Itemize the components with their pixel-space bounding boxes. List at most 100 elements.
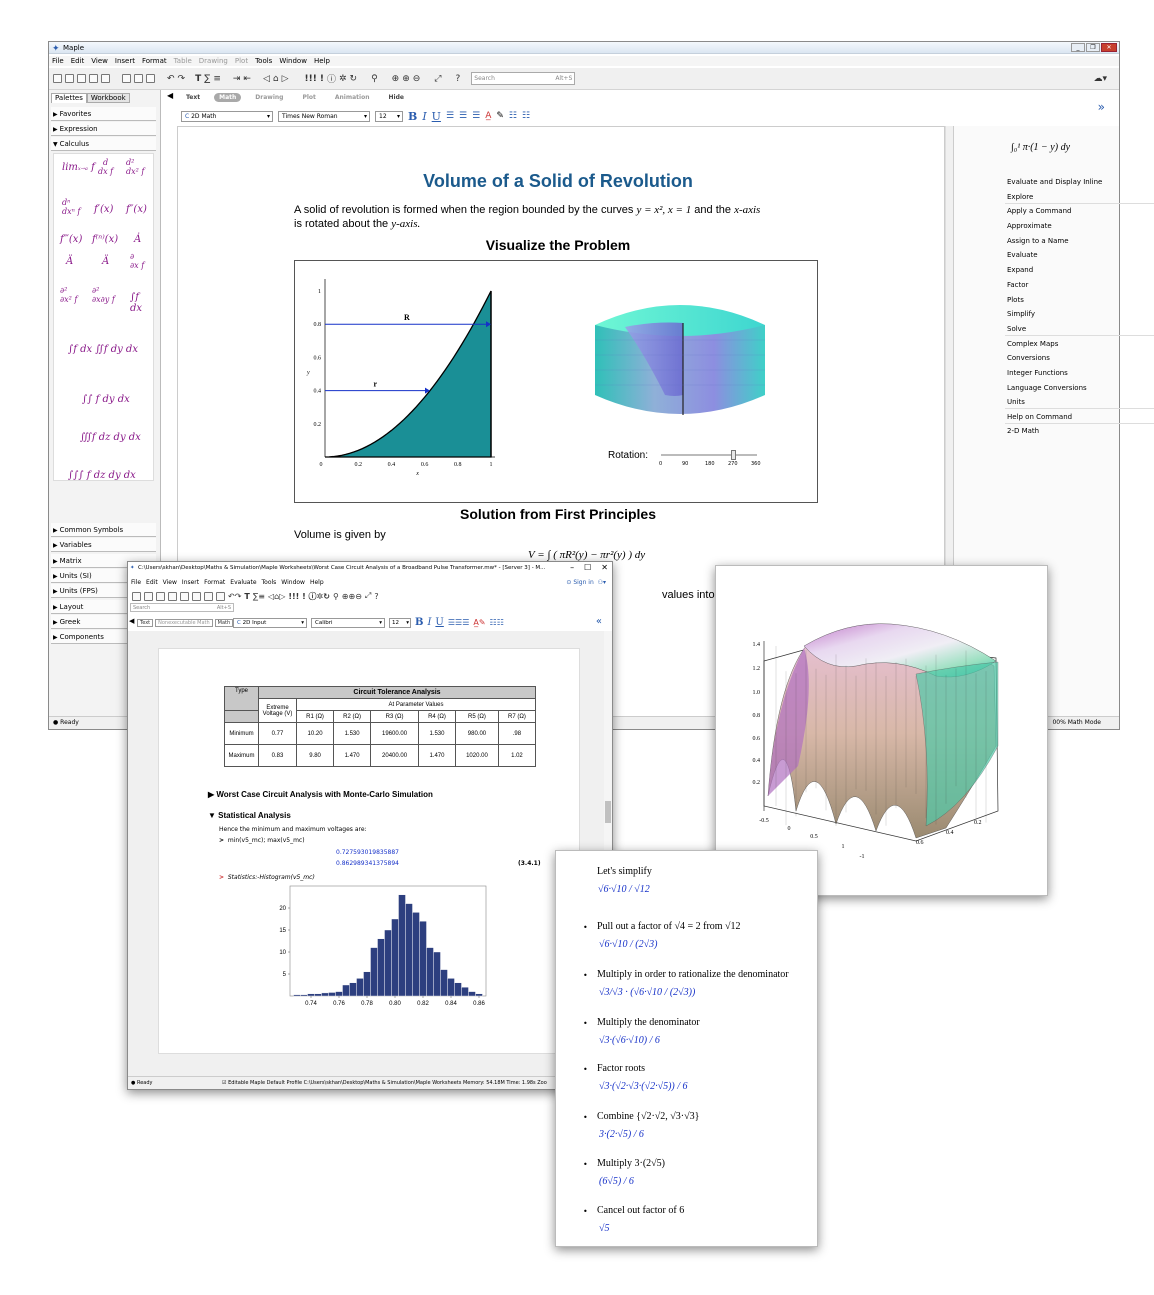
triple-prime-symbol[interactable]: f‴(x) — [60, 234, 82, 245]
derivative-symbol[interactable]: d dx f — [98, 158, 113, 176]
sub-save-icon[interactable] — [156, 591, 165, 601]
redo-icon[interactable]: ↷ — [178, 74, 186, 84]
menu-edit[interactable]: Edit — [71, 56, 85, 66]
zoom-in-icon[interactable]: ⊕ — [402, 74, 410, 84]
menu-window[interactable]: Window — [279, 56, 307, 66]
menu-table[interactable]: Table — [174, 56, 192, 66]
bold-button[interactable]: B — [408, 110, 417, 123]
rotation-slider[interactable] — [661, 450, 757, 460]
editable-checkbox[interactable]: ☑ — [222, 1080, 226, 1086]
outdent-icon[interactable]: ⇤ — [243, 74, 251, 84]
align-right-icon[interactable]: ☰ — [472, 111, 480, 121]
sub-italic-button[interactable]: I — [427, 617, 431, 628]
sub-cut-icon[interactable] — [192, 591, 201, 601]
sub-text-icon[interactable]: T — [244, 592, 249, 601]
sub-copy-icon[interactable] — [204, 591, 213, 601]
back-icon[interactable]: ◁ — [263, 74, 270, 84]
sub-zoom-icon[interactable]: ⊕⊕⊖ — [342, 592, 362, 601]
link-icon[interactable]: ⚲ — [371, 74, 378, 84]
fullscreen-icon[interactable]: ⤢ — [434, 74, 441, 84]
execute-icon[interactable]: ! — [320, 74, 324, 84]
search-box[interactable]: Search Alt+S — [471, 72, 576, 85]
sub-color-icon[interactable]: A̲✎ — [473, 618, 485, 627]
cmd-histogram[interactable]: > Statistics:-Histogram(v5_mc) — [219, 874, 315, 881]
underline-button[interactable]: U — [432, 110, 441, 123]
expand-panel-icon[interactable]: » — [1098, 100, 1105, 114]
tab-math[interactable]: Math — [214, 93, 242, 102]
sub-paste-icon[interactable] — [216, 591, 225, 601]
undo-icon[interactable]: ↶ — [167, 74, 175, 84]
tab-plot[interactable]: Plot — [297, 93, 320, 102]
sub-close-button[interactable]: ✕ — [601, 562, 608, 574]
home-icon[interactable]: ⌂ — [273, 74, 279, 84]
sub-style-select[interactable]: C 2D Input ▾ — [233, 617, 307, 628]
sub-minimize-button[interactable]: – — [570, 562, 574, 574]
menu-insert[interactable]: Insert — [115, 56, 135, 66]
open-icon[interactable] — [65, 74, 74, 83]
sub-menu-evaluate[interactable]: Evaluate — [230, 578, 256, 587]
sub-tab-math[interactable]: Math — [214, 619, 234, 627]
highlight-icon[interactable]: ✎ — [496, 111, 504, 121]
context-item-solve[interactable]: Solve› — [1007, 324, 1154, 334]
sub-size-select[interactable]: 12 ▾ — [389, 617, 411, 628]
settings-icon[interactable]: ✲ — [339, 74, 347, 84]
sub-menu-file[interactable]: File — [131, 578, 141, 587]
context-item-conversions[interactable]: Conversions› — [1007, 353, 1154, 363]
italic-button[interactable]: I — [422, 110, 426, 123]
sub-scroll-thumb[interactable] — [605, 801, 611, 823]
menu-help[interactable]: Help — [314, 56, 330, 66]
sub-bold-button[interactable]: B — [415, 617, 423, 628]
context-item-integer-functions[interactable]: Integer Functions› — [1007, 368, 1154, 378]
minimize-button[interactable]: _ — [1071, 43, 1085, 52]
context-item-language-conversions[interactable]: Language Conversions› — [1007, 383, 1154, 393]
sub-menu-tools[interactable]: Tools — [262, 578, 277, 587]
sub-exec-icon[interactable]: !!! ! ⓘ✲↻ — [288, 591, 330, 602]
palette-calculus[interactable]: Calculus — [51, 137, 156, 151]
sub-underline-button[interactable]: U — [435, 617, 443, 628]
sub-panel-arrow-icon[interactable]: ◀ — [129, 617, 134, 625]
palette-variables[interactable]: Variables — [51, 538, 156, 553]
double-integral-symbol[interactable]: ∫∫ f dy dx — [82, 394, 130, 405]
definite-integral-symbol[interactable]: ∫f dx ∬f dy dx — [68, 344, 138, 355]
palette-common-symbols[interactable]: Common Symbols — [51, 523, 156, 537]
dot-symbol[interactable]: Ȧ — [134, 234, 141, 245]
limit-symbol[interactable]: limx→a f — [62, 162, 95, 173]
copy-icon[interactable] — [134, 74, 143, 83]
sub-undo-icon[interactable]: ↶↷ — [228, 592, 241, 601]
integral-symbol[interactable]: ∫f dx — [130, 292, 153, 314]
context-item-help-on-command[interactable]: Help on Command — [1007, 412, 1154, 422]
nth-derivative-symbol[interactable]: dⁿ dxⁿ f — [62, 198, 80, 216]
context-item-approximate[interactable]: Approximate› — [1007, 221, 1154, 231]
rotation-slider-thumb[interactable] — [731, 450, 736, 460]
sub-menu-help[interactable]: Help — [310, 578, 324, 587]
bullet-list-icon[interactable]: ☷ — [509, 111, 517, 121]
sub-list-icons[interactable]: ☷☷ — [490, 618, 504, 627]
print-icon[interactable] — [89, 74, 98, 83]
tab-workbook[interactable]: Workbook — [86, 93, 130, 103]
zoom-icon[interactable]: ⊕ — [392, 74, 400, 84]
context-item-2-d-math[interactable]: 2-D Math› — [1007, 426, 1154, 436]
sub-align-icons[interactable]: ☰☰☰ — [448, 618, 470, 627]
paste-icon[interactable] — [146, 74, 155, 83]
sub-help-icon[interactable]: ? — [374, 592, 378, 601]
context-item-apply-a-command[interactable]: Apply a Command — [1007, 206, 1154, 216]
text-color-icon[interactable]: A̲ — [485, 111, 491, 121]
menu-format[interactable]: Format — [142, 56, 167, 66]
context-item-simplify[interactable]: Simplify› — [1007, 309, 1154, 319]
double-dot-symbol[interactable]: Ä — [66, 256, 73, 267]
debug-icon[interactable]: ⓘ — [327, 72, 336, 85]
font-select[interactable]: Times New Roman ▾ — [278, 110, 370, 122]
section-monte-carlo[interactable]: ▶ Worst Case Circuit Analysis with Monte… — [208, 790, 433, 799]
palette-expression[interactable]: Expression — [51, 122, 156, 136]
sub-prompt-icon[interactable]: ∑≡ — [253, 592, 265, 601]
partial-symbol[interactable]: ∂ ∂x f — [130, 252, 144, 270]
execute-all-icon[interactable]: !!! — [305, 74, 317, 84]
tab-hide[interactable]: Hide — [383, 93, 408, 102]
sub-search-box[interactable]: Search Alt+S — [130, 603, 234, 612]
tab-text[interactable]: Text — [181, 93, 205, 102]
numbered-list-icon[interactable]: ☷ — [522, 111, 530, 121]
sub-sign-in[interactable]: ⊙ Sign in ⚇▾ — [566, 579, 606, 586]
menu-tools[interactable]: Tools — [255, 56, 272, 66]
sub-fullscreen-icon[interactable]: ⤢ — [365, 591, 371, 601]
sub-font-select[interactable]: Calibri ▾ — [311, 617, 385, 628]
